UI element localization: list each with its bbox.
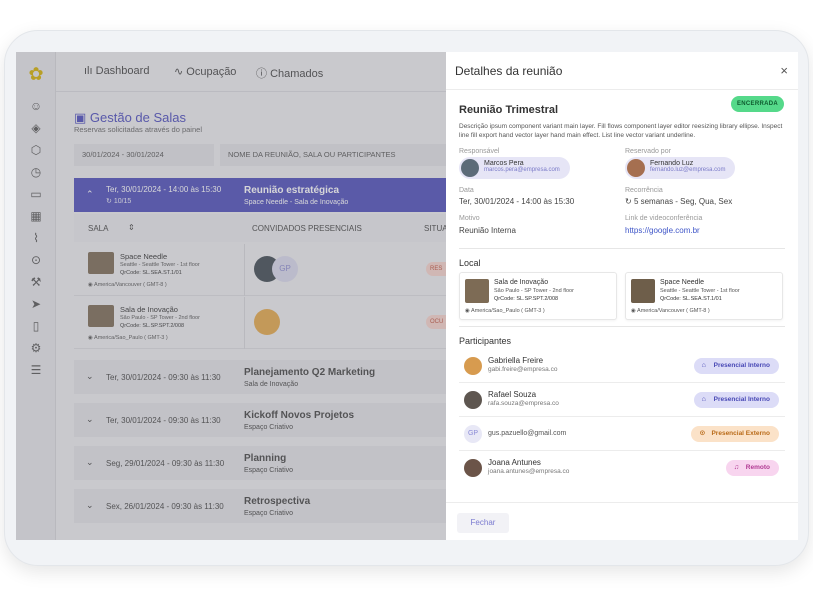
drawer-footer: Fechar	[446, 502, 798, 540]
building-icon: ⌂	[701, 396, 706, 403]
modal-overlay[interactable]	[16, 52, 446, 540]
drawer-title: Detalhes da reunião	[455, 64, 563, 78]
room-thumbnail	[465, 279, 489, 303]
meeting-description: Descrição ipsum component variant main l…	[459, 123, 783, 139]
building-icon: ⌂	[701, 362, 706, 369]
reservado-chip[interactable]: Fernando Luz fernando.luz@empresa.com	[625, 157, 736, 179]
participant-type-badge: ⌂ Presencial Interno	[693, 358, 779, 374]
avatar	[464, 459, 482, 477]
list-item: Rafael Souza rafa.souza@empresa.co ⌂ Pres…	[459, 383, 785, 417]
link-label: Link de videoconferência	[625, 215, 703, 222]
meeting-title: Reunião Trimestral	[459, 104, 559, 116]
close-icon[interactable]: ×	[780, 63, 788, 78]
repeat-icon: ↻	[625, 197, 634, 206]
data-value: Ter, 30/01/2024 - 14:00 às 15:30	[459, 197, 575, 206]
avatar	[464, 391, 482, 409]
list-item: GP gus.pazuello@gmail.com ⊙ Presencial Ex…	[459, 417, 785, 451]
participantes-section-title: Participantes	[459, 336, 512, 346]
headset-icon: ♫	[733, 464, 740, 471]
avatar-initials: GP	[464, 425, 482, 443]
close-button[interactable]: Fechar	[457, 513, 509, 533]
participant-type-badge: ⌂ Presencial Interno	[693, 392, 779, 408]
participant-type-badge: ♫ Remoto	[725, 460, 779, 476]
room-thumbnail	[631, 279, 655, 303]
list-item: Joana Antunes joana.antunes@empresa.co ♫…	[459, 451, 785, 485]
responsavel-label: Responsável	[459, 148, 500, 155]
drawer-header: Detalhes da reunião ×	[446, 52, 798, 90]
timezone: ◉ America/Sao_Paulo ( GMT-3 )	[465, 308, 545, 314]
app-screen: ✿ ☺ ◈ ⬡ ◷ ▭ ▦ ⌇ ⊙ ⚒ ➤ ▯ ⚙ ☰ ılı Dashboar…	[16, 52, 798, 540]
reservado-label: Reservado por	[625, 148, 671, 155]
participant-type-badge: ⊙ Presencial Externo	[691, 426, 779, 442]
timezone: ◉ America/Vancouver ( GMT-8 )	[631, 308, 710, 314]
data-label: Data	[459, 187, 474, 194]
status-badge: ENCERRADA	[730, 96, 784, 112]
local-section-title: Local	[459, 258, 481, 268]
avatar	[464, 357, 482, 375]
videoconference-link[interactable]: https://google.com.br	[625, 226, 700, 235]
divider	[459, 248, 785, 249]
meeting-details-drawer: Detalhes da reunião × Reunião Trimestral…	[446, 52, 798, 540]
divider	[459, 326, 785, 327]
recorrencia-value: ↻ 5 semanas - Seg, Qua, Sex	[625, 197, 733, 206]
motivo-value: Reunião Interna	[459, 226, 516, 235]
location-card[interactable]: Sala de Inovação São Paulo - SP Tower - …	[459, 272, 617, 320]
list-item: Gabriella Freire gabi.freire@empresa.co …	[459, 349, 785, 383]
avatar	[461, 159, 479, 177]
responsavel-chip[interactable]: Marcos Pera marcos.pera@empresa.com	[459, 157, 570, 179]
recorrencia-label: Recorrência	[625, 187, 663, 194]
avatar	[627, 159, 645, 177]
pin-icon: ⊙	[699, 430, 706, 437]
motivo-label: Motivo	[459, 215, 480, 222]
location-card[interactable]: Space Needle Seattle - Seattle Tower - 1…	[625, 272, 783, 320]
